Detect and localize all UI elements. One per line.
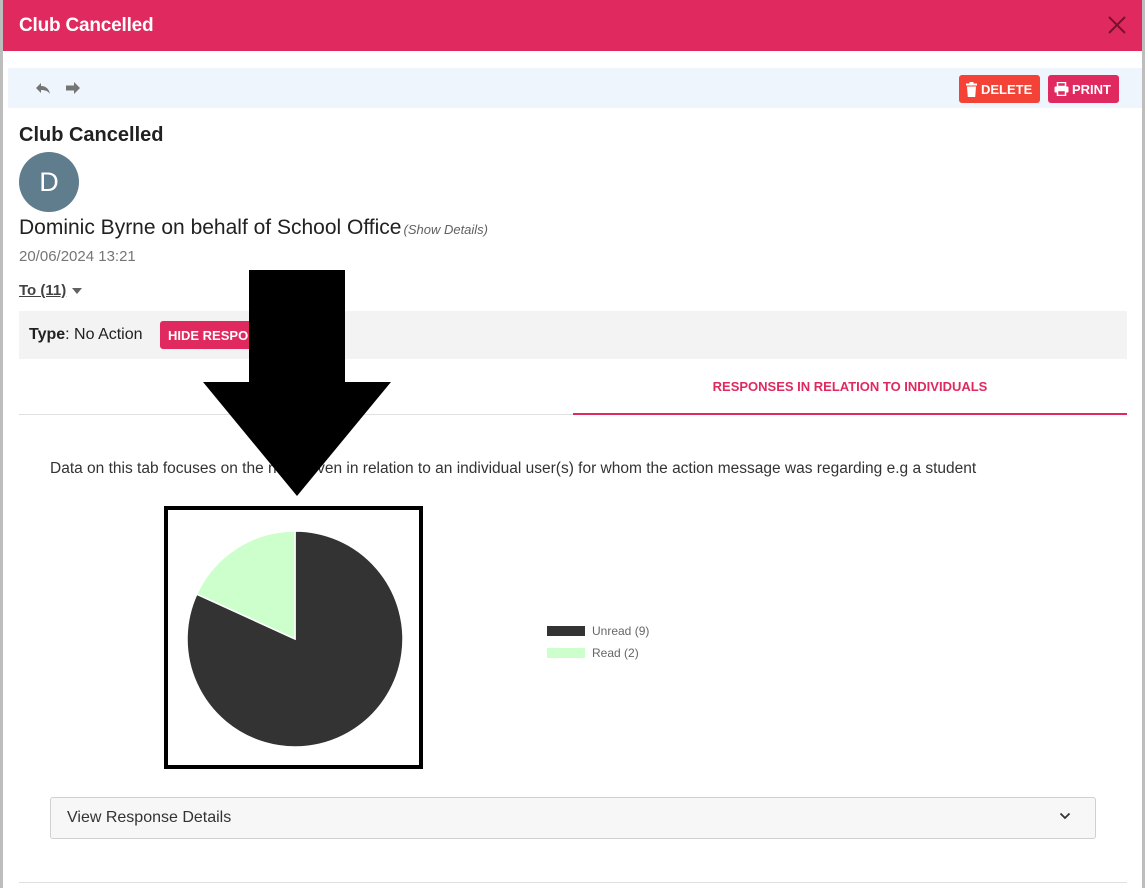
type-info: Type: No Action [29, 326, 143, 344]
print-label: PRINT [1072, 81, 1111, 97]
annotation-arrow [203, 270, 391, 496]
type-bar: Type: No Action HIDE RESPO [19, 311, 1127, 359]
view-response-details-accordion[interactable]: View Response Details [50, 797, 1096, 839]
delete-button[interactable]: DELETE [959, 75, 1041, 103]
sender-name: Dominic Byrne on behalf of School Office [19, 216, 402, 239]
pie-chart-frame [164, 506, 423, 769]
print-button[interactable]: PRINT [1048, 75, 1119, 103]
message-modal: Club Cancelled DELETE PRINT Club Cancell… [3, 0, 1142, 888]
avatar: D [19, 152, 79, 212]
tab-responses-individuals[interactable]: RESPONSES IN RELATION TO INDIVIDUALS [573, 360, 1127, 415]
legend-swatch [547, 648, 585, 658]
sender-line: Dominic Byrne on behalf of School Office… [19, 216, 488, 240]
legend-item: Unread (9) [547, 620, 649, 642]
delete-label: DELETE [981, 81, 1033, 97]
caret-down-icon [72, 287, 83, 294]
pie-chart [186, 530, 404, 748]
show-details-link[interactable]: (Show Details) [403, 222, 488, 237]
type-value: : No Action [65, 326, 143, 343]
modal-header: Club Cancelled [3, 0, 1142, 51]
tab-description: Data on this tab focuses on the nses giv… [50, 460, 977, 477]
legend-item: Read (2) [547, 642, 649, 664]
reply-icon[interactable] [34, 79, 52, 97]
trash-icon [966, 81, 977, 97]
printer-icon [1054, 82, 1069, 96]
modal-title: Club Cancelled [19, 15, 154, 36]
recipients-toggle[interactable]: To (11) [19, 282, 83, 299]
legend-label: Read (2) [592, 646, 639, 660]
accordion-label: View Response Details [67, 809, 232, 826]
recipients-label: To (11) [19, 282, 67, 299]
message-toolbar: DELETE PRINT [8, 68, 1142, 108]
legend-label: Unread (9) [592, 624, 650, 638]
message-date: 20/06/2024 13:21 [19, 248, 136, 265]
close-icon[interactable] [1104, 12, 1130, 38]
chart-legend: Unread (9) Read (2) [547, 620, 649, 664]
message-title: Club Cancelled [19, 124, 164, 146]
response-tabs: RESPONSES IN RELATION TO INDIVIDUALS [19, 360, 1127, 415]
type-label: Type [29, 326, 66, 343]
divider [19, 882, 1127, 883]
forward-icon[interactable] [64, 79, 82, 97]
legend-swatch [547, 626, 585, 636]
chevron-down-icon [1059, 812, 1071, 820]
